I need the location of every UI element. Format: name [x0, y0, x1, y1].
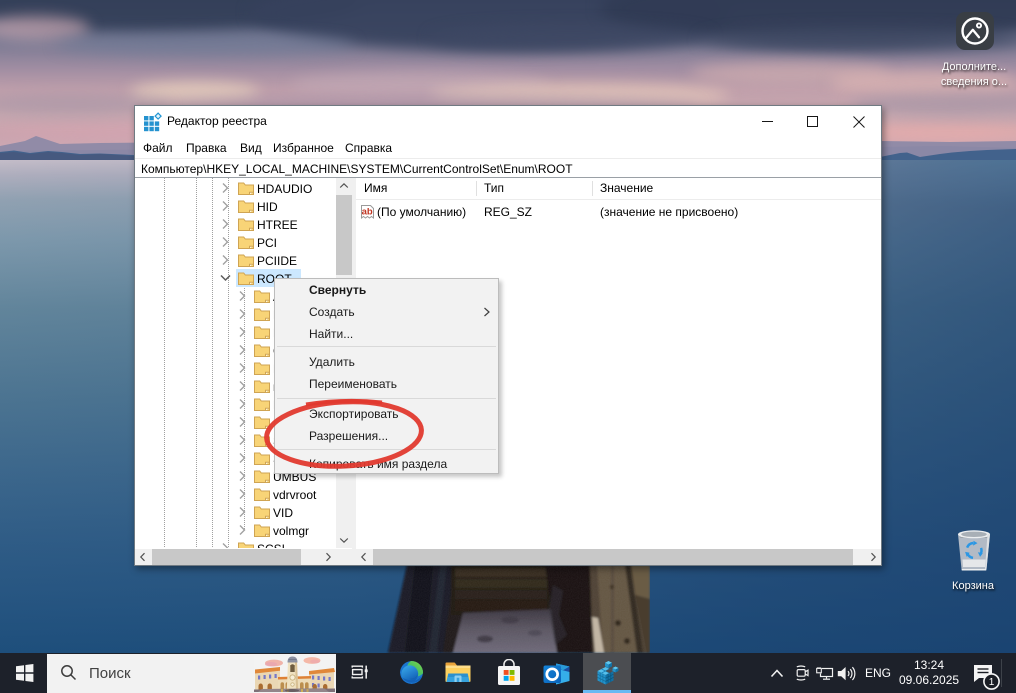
svg-text:ab: ab — [362, 207, 373, 218]
svg-text:1: 1 — [989, 677, 995, 688]
